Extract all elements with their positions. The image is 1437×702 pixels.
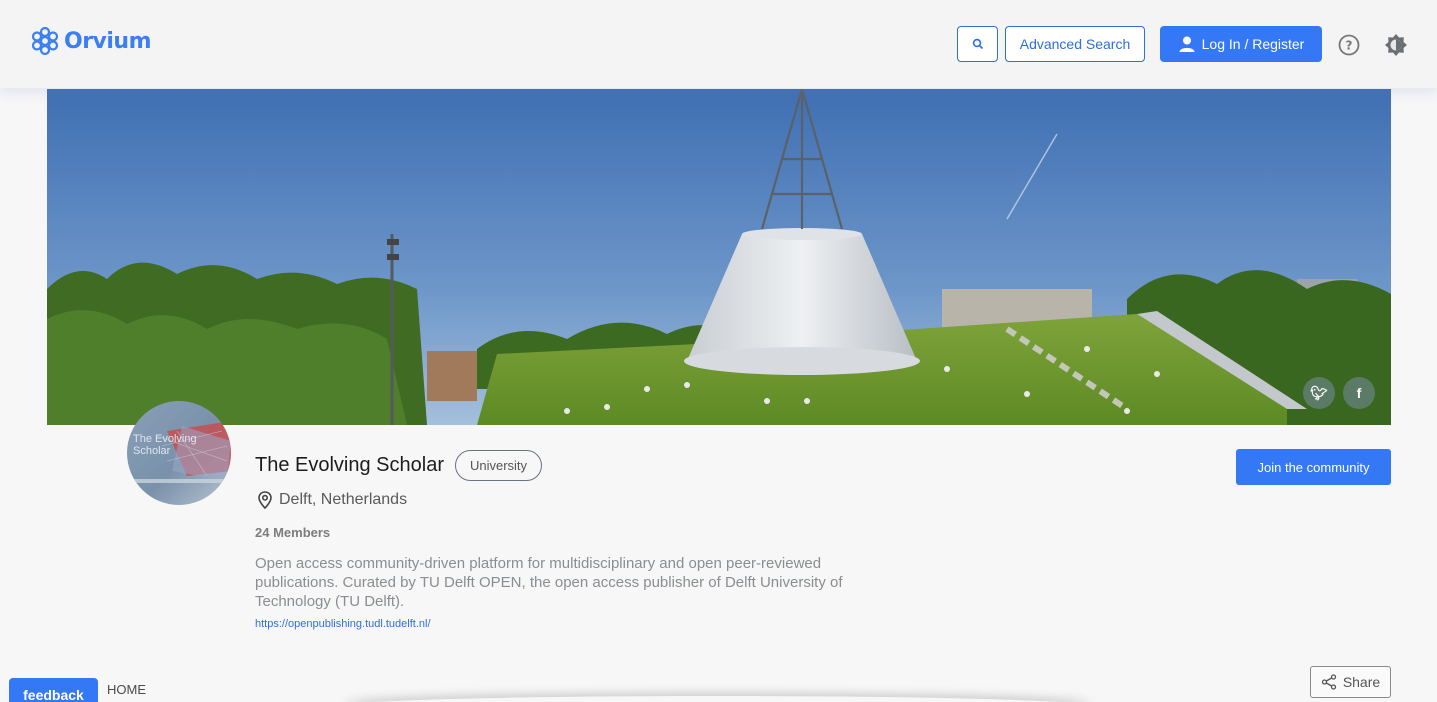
share-label: Share xyxy=(1342,674,1381,690)
breadcrumb-home[interactable]: HOME xyxy=(107,682,146,697)
location-text: Delft, Netherlands xyxy=(279,491,408,508)
twitter-icon: 🐦︎ xyxy=(1310,384,1328,401)
avatar-text: The Evolving Scholar xyxy=(133,433,197,457)
facebook-icon: f xyxy=(1356,385,1362,401)
location-pin-icon xyxy=(258,491,272,509)
share-icon xyxy=(1321,674,1336,690)
molecule-icon xyxy=(31,26,59,56)
community-location: Delft, Netherlands xyxy=(257,491,407,509)
user-icon xyxy=(1179,36,1195,52)
login-register-button[interactable]: Log In / Register xyxy=(1160,26,1322,62)
orvium-logo[interactable]: Orvium xyxy=(30,26,152,56)
feedback-button[interactable]: feedback xyxy=(9,678,98,702)
theme-toggle-button[interactable] xyxy=(1384,33,1408,57)
twitter-share-button[interactable]: 🐦︎ xyxy=(1303,377,1335,409)
join-community-button[interactable]: Join the community xyxy=(1236,449,1391,485)
community-description: Open access community-driven platform fo… xyxy=(255,555,843,610)
brand-name: Orvium xyxy=(64,28,152,54)
search-button[interactable] xyxy=(957,26,998,62)
search-icon xyxy=(972,38,983,50)
community-website-link[interactable]: https://openpublishing.tudl.tudelft.nl/ xyxy=(255,618,431,630)
help-circle-icon: ? xyxy=(1338,34,1360,56)
community-avatar: The Evolving Scholar xyxy=(127,401,231,505)
community-banner: 🐦︎ f xyxy=(47,89,1391,425)
brightness-icon xyxy=(1385,34,1407,56)
top-header: Orvium Advanced Search Log In / Register… xyxy=(0,0,1437,88)
members-count: 24 Members xyxy=(255,525,331,540)
advanced-search-button[interactable]: Advanced Search xyxy=(1005,26,1145,62)
help-button[interactable]: ? xyxy=(1337,33,1361,57)
community-type-badge: University xyxy=(455,450,542,481)
facebook-share-button[interactable]: f xyxy=(1343,377,1375,409)
svg-text:?: ? xyxy=(1346,39,1353,53)
content-card-edge xyxy=(345,696,1090,702)
share-button[interactable]: Share xyxy=(1310,666,1391,698)
banner-image xyxy=(47,89,1391,425)
login-register-label: Log In / Register xyxy=(1201,36,1305,52)
community-title: The Evolving Scholar xyxy=(255,454,444,476)
